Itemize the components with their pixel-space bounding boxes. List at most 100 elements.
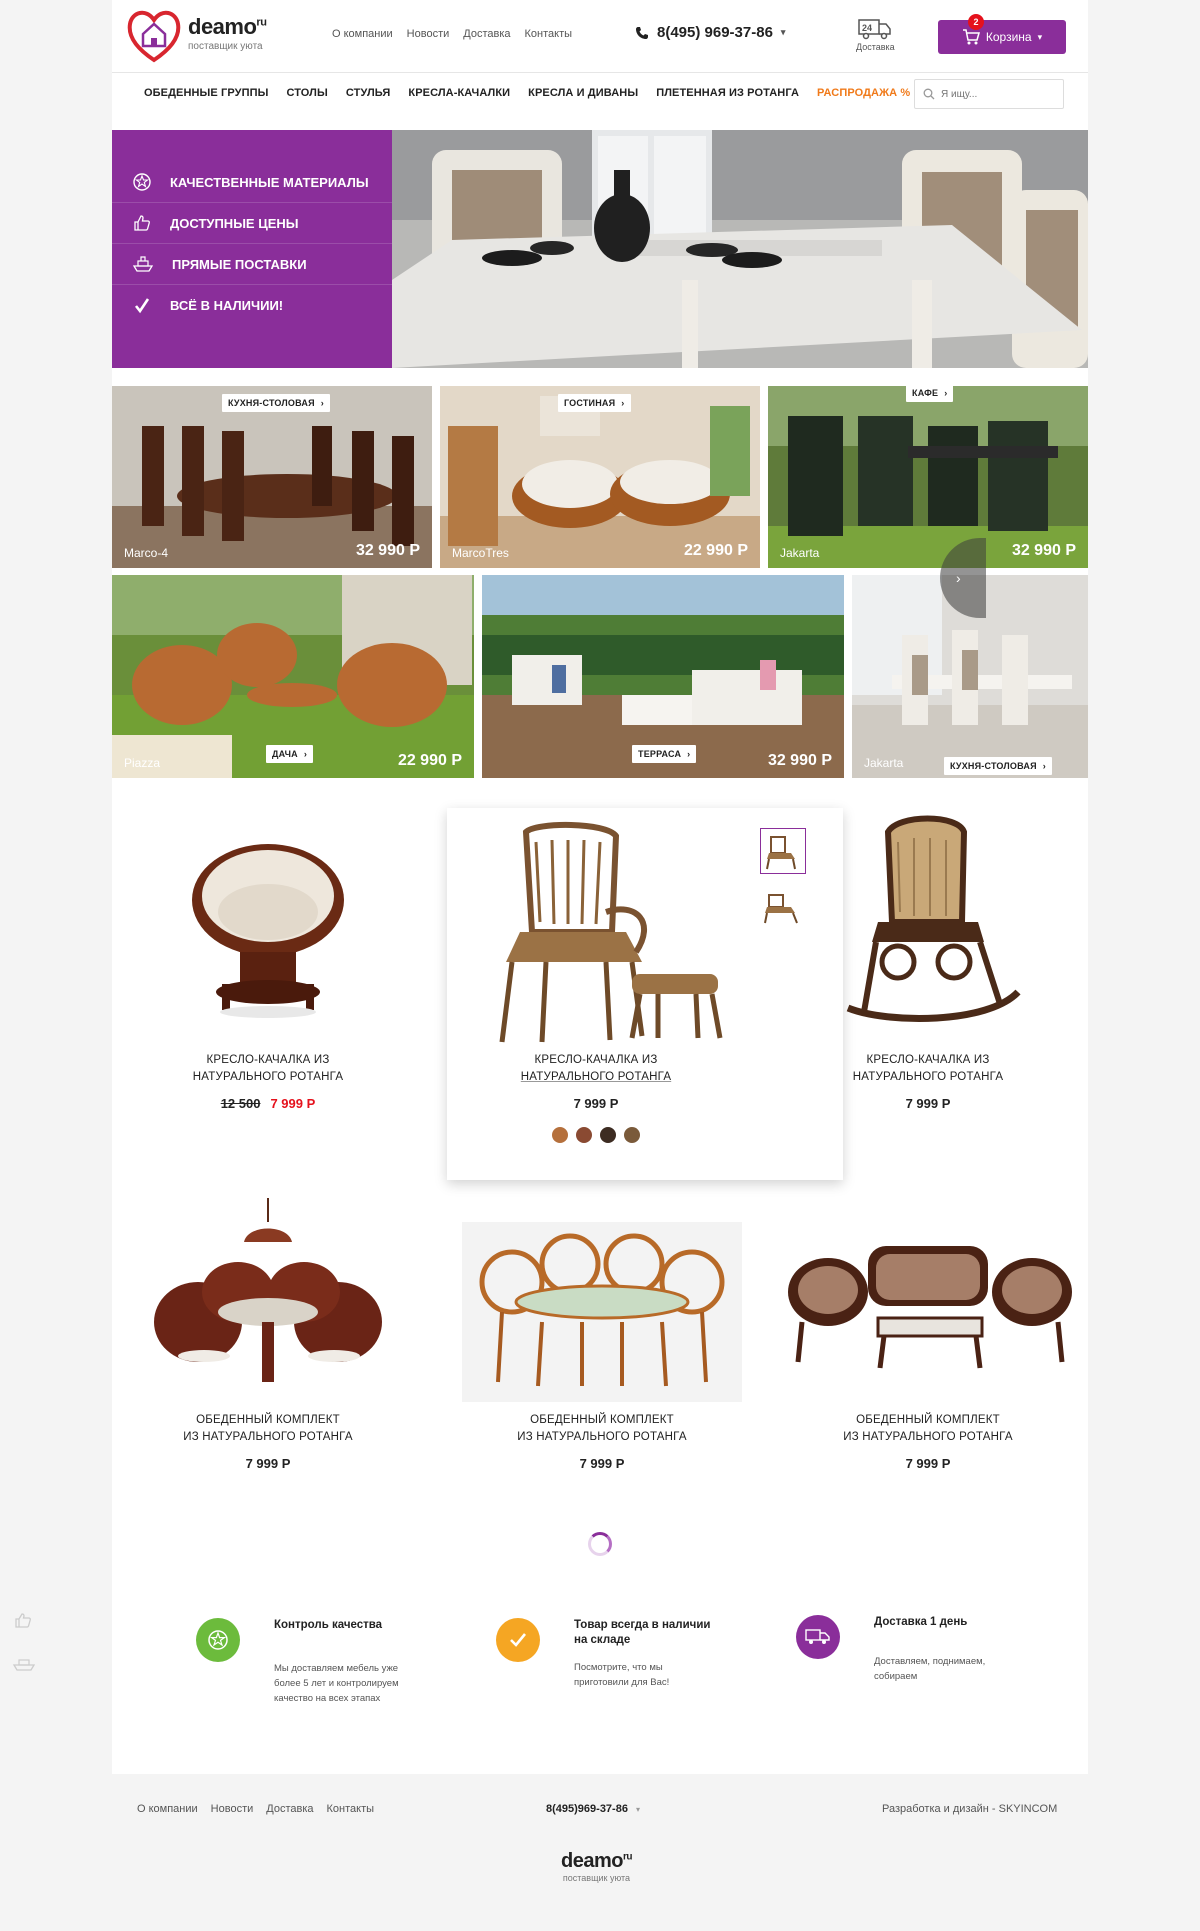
tile-price: 22 990 Р [397,752,462,769]
main-nav: ОБЕДЕННЫЕ ГРУППЫ СТОЛЫ СТУЛЬЯ КРЕСЛА-КАЧ… [112,72,1088,112]
developer-credit[interactable]: Разработка и дизайн - SKYINCOM [882,1803,1057,1815]
product-title[interactable]: НАТУРАЛЬНОГО РОТАНГА [436,1069,756,1086]
nav-tables[interactable]: СТОЛЫ [286,87,327,99]
category-tile[interactable]: ГОСТИНАЯ › MarcoTres 22 990 Р [440,386,760,568]
topnav-about[interactable]: О компании [332,28,393,40]
footer-logo[interactable]: deamoru поставщик уюта [561,1850,632,1883]
footer-nav-contacts[interactable]: Контакты [327,1803,375,1815]
nav-armchairs-sofas[interactable]: КРЕСЛА И ДИВАНЫ [528,87,638,99]
product-card[interactable]: ОБЕДЕННЫЙ КОМПЛЕКТ ИЗ НАТУРАЛЬНОГО РОТАН… [442,1172,762,1471]
topnav-news[interactable]: Новости [407,28,450,40]
category-tag[interactable]: ТЕРРАСА › [632,745,697,763]
category-tag[interactable]: КУХНЯ-СТОЛОВАЯ › [944,757,1052,775]
product-card[interactable]: ОБЕДЕННЫЙ КОМПЛЕКТ ИЗ НАТУРАЛЬНОГО РОТАН… [108,1172,428,1471]
cart-icon [962,29,980,45]
product-title[interactable]: ОБЕДЕННЫЙ КОМПЛЕКТ [442,1412,762,1429]
nav-rattan[interactable]: ПЛЕТЕННАЯ ИЗ РОТАНГА [656,87,799,99]
loading-spinner [588,1532,612,1556]
nav-dining-groups[interactable]: ОБЕДЕННЫЕ ГРУППЫ [144,87,268,99]
logo-tld: ru [256,16,267,29]
chevron-down-icon: ▾ [635,1805,640,1814]
category-tile[interactable]: ДАЧА › Piazza 22 990 Р [112,575,474,778]
ship-icon[interactable] [12,1656,36,1672]
feature-title: Контроль качества [274,1619,383,1631]
category-tile[interactable]: КУХНЯ-СТОЛОВАЯ › Marco-4 32 990 Р [112,386,432,568]
product-card[interactable]: КРЕСЛО-КАЧАЛКА ИЗ НАТУРАЛЬНОГО РОТАНГА 7… [768,812,1088,1111]
product-title[interactable]: КРЕСЛО-КАЧАЛКА ИЗ [768,1052,1088,1069]
search-icon[interactable] [923,88,935,100]
category-tag[interactable]: ГОСТИНАЯ › [558,394,631,412]
quality-icon [133,173,151,191]
footer-nav-about[interactable]: О компании [137,1803,198,1815]
tile-product-name: Jakarta [780,546,820,560]
category-tag[interactable]: КАФЕ › [906,386,954,402]
product-image[interactable] [436,812,756,1052]
product-price: 7 999 Р [905,1456,951,1471]
product-image[interactable] [108,1172,428,1412]
advantage-label: ДОСТУПНЫЕ ЦЕНЫ [170,215,299,231]
product-price: 7 999 Р [270,1096,316,1111]
chevron-right-icon: › [303,749,308,759]
product-title[interactable]: КРЕСЛО-КАЧАЛКА ИЗ [108,1052,428,1069]
product-title[interactable]: НАТУРАЛЬНОГО РОТАНГА [768,1069,1088,1086]
product-title[interactable]: ОБЕДЕННЫЙ КОМПЛЕКТ [108,1412,428,1429]
cart-label: Корзина [985,30,1032,44]
search-input[interactable] [941,88,1051,100]
category-tile[interactable]: КАФЕ › Jakarta 32 990 Р [768,386,1088,568]
chevron-right-icon: › [320,398,324,408]
feature-title: Доставка 1 день [874,1616,968,1628]
tile-price: 22 990 Р [683,542,748,559]
footer-nav-news[interactable]: Новости [211,1803,254,1815]
product-title[interactable]: ИЗ НАТУРАЛЬНОГО РОТАНГА [442,1429,762,1446]
logo-tagline: поставщик уюта [188,41,263,52]
truck-24-icon: 24 [858,19,892,40]
truck-24-icon [796,1615,840,1659]
advantage-in-stock: ВСЁ В НАЛИЧИИ! [112,285,392,326]
phone-dropdown[interactable]: 8(495) 969-37-86 ▾ [635,24,785,41]
delivery-link[interactable]: 24 Доставка [856,18,895,52]
product-title[interactable]: ИЗ НАТУРАЛЬНОГО РОТАНГА [768,1429,1088,1446]
tile-price: 32 990 Р [1011,542,1076,559]
thumbs-up-icon[interactable] [12,1612,36,1628]
topnav-contacts[interactable]: Контакты [525,28,573,40]
product-image[interactable] [768,812,1088,1052]
category-tile[interactable]: ТЕРРАСА › 32 990 Р [482,575,844,778]
tile-product-name: Marco-4 [124,546,169,560]
nav-sale[interactable]: РАСПРОДАЖА % [817,87,910,99]
phone-icon [636,26,648,39]
logo[interactable]: deamoru поставщик уюта [126,4,267,64]
product-price: 7 999 Р [573,1096,619,1111]
product-card[interactable]: КРЕСЛО-КАЧАЛКА ИЗ НАТУРАЛЬНОГО РОТАНГА 1… [108,812,428,1111]
footer-nav: О компании Новости Доставка Контакты [137,1803,374,1815]
product-title[interactable]: ИЗ НАТУРАЛЬНОГО РОТАНГА [108,1429,428,1446]
product-card[interactable]: КРЕСЛО-КАЧАЛКА ИЗ НАТУРАЛЬНОГО РОТАНГА 7… [436,812,756,1143]
product-image[interactable] [768,1172,1088,1412]
product-price: 7 999 Р [579,1456,625,1471]
color-swatch[interactable] [552,1127,568,1143]
color-swatch[interactable] [576,1127,592,1143]
product-title[interactable]: КРЕСЛО-КАЧАЛКА ИЗ [436,1052,756,1069]
footer-phone[interactable]: 8(495)969-37-86 ▾ [546,1803,640,1815]
advantage-label: КАЧЕСТВЕННЫЕ МАТЕРИАЛЫ [170,174,369,190]
hero-banner: КАЧЕСТВЕННЫЕ МАТЕРИАЛЫ ДОСТУПНЫЕ ЦЕНЫ ПР… [112,130,1088,368]
feature-description: Доставляем, поднимаем, собираем [874,1656,986,1682]
color-swatch[interactable] [600,1127,616,1143]
hero-dining-photo[interactable] [392,130,1088,368]
cart-button[interactable]: 2 Корзина ▾ [938,14,1066,54]
product-title[interactable]: НАТУРАЛЬНОГО РОТАНГА [108,1069,428,1086]
product-image[interactable] [108,812,428,1052]
product-title[interactable]: ОБЕДЕННЫЙ КОМПЛЕКТ [768,1412,1088,1429]
category-tag[interactable]: КУХНЯ-СТОЛОВАЯ › [222,394,330,412]
product-card[interactable]: ОБЕДЕННЫЙ КОМПЛЕКТ ИЗ НАТУРАЛЬНОГО РОТАН… [768,1172,1088,1471]
cart-count-badge: 2 [968,14,984,30]
color-swatch[interactable] [624,1127,640,1143]
topnav-delivery[interactable]: Доставка [463,28,510,40]
footer-nav-delivery[interactable]: Доставка [266,1803,313,1815]
nav-chairs[interactable]: СТУЛЬЯ [346,87,391,99]
chevron-right-icon: › [944,388,948,398]
feature-delivery: Доставка 1 день Доставляем, поднимаем, с… [796,1615,1014,1684]
product-image[interactable] [442,1172,762,1412]
feature-description: Посмотрите, что мы приготовили для Вас! [574,1662,670,1688]
nav-rocking-chairs[interactable]: КРЕСЛА-КАЧАЛКИ [408,87,510,99]
category-tag[interactable]: ДАЧА › [266,745,314,763]
